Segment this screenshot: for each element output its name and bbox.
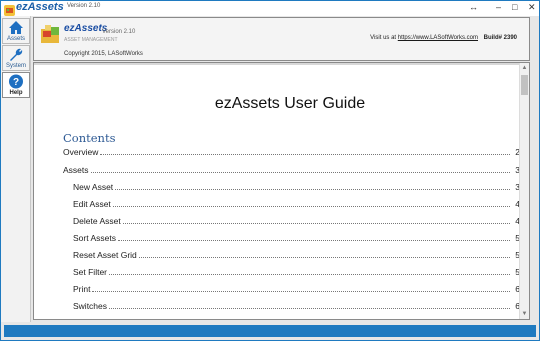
maximize-button[interactable]: □ <box>512 2 517 12</box>
visit-text: Visit us at https://www.LASoftWorks.com <box>370 35 478 41</box>
sidebar-item-label: Help <box>9 90 23 96</box>
document-page: ezAssets User Guide Contents Overview 2 A… <box>60 67 520 319</box>
app-logo-icon <box>4 3 15 16</box>
sidebar-item-help[interactable]: ? Help <box>2 72 30 98</box>
toc-entry[interactable]: Overview 2 <box>63 145 520 157</box>
header-version: Version 2.10 <box>102 29 136 35</box>
toc-entry[interactable]: Print 6 <box>63 282 520 294</box>
sidebar-nav: Assets System ? Help <box>1 16 31 322</box>
title-bar: ezAssets Version 2.10 ↔ – □ ✕ <box>0 0 540 16</box>
sidebar-item-label: Assets <box>6 36 25 42</box>
svg-text:?: ? <box>13 77 19 88</box>
contents-heading: Contents <box>63 131 116 145</box>
home-icon <box>9 21 23 34</box>
vertical-scrollbar[interactable]: ▲ ▼ <box>519 63 529 319</box>
wrench-icon <box>10 48 23 61</box>
restore-icon[interactable]: ↔ <box>469 2 478 12</box>
toc-entry[interactable]: Sort Assets 5 <box>63 231 520 243</box>
document-title: ezAssets User Guide <box>214 95 366 112</box>
help-icon: ? <box>9 74 23 89</box>
app-version: Version 2.10 <box>67 3 101 9</box>
toc-entry[interactable]: Set Filter 5 <box>63 265 520 277</box>
scroll-up-icon[interactable]: ▲ <box>520 65 529 71</box>
scroll-thumb[interactable] <box>521 75 528 95</box>
website-link[interactable]: https://www.LASoftWorks.com <box>398 35 478 41</box>
minimize-button[interactable]: – <box>496 2 501 12</box>
toc-entry[interactable]: Edit Asset 4 <box>63 197 520 209</box>
toc-entry[interactable]: Assets 3 <box>63 163 520 175</box>
product-subtitle: ASSET MANAGEMENT <box>64 37 118 43</box>
product-title: ezAssets <box>64 23 108 34</box>
copyright-text: Copyright 2015, LASoftWorks <box>64 51 143 57</box>
status-bar <box>4 325 536 337</box>
toc-entry[interactable]: Switches 6 <box>63 299 520 311</box>
header-panel: ezAssets Version 2.10 ASSET MANAGEMENT C… <box>33 17 530 61</box>
sidebar-item-assets[interactable]: Assets <box>2 18 30 44</box>
visit-prefix: Visit us at <box>370 35 397 41</box>
page-gap <box>34 63 521 65</box>
toc-entry[interactable]: Delete Asset 4 <box>63 214 520 226</box>
sidebar-item-system[interactable]: System <box>2 45 30 71</box>
toc-entry[interactable]: New Asset 3 <box>63 180 520 192</box>
toc-entry[interactable]: Reset Asset Grid 5 <box>63 248 520 260</box>
app-title: ezAssets <box>16 1 64 13</box>
close-button[interactable]: ✕ <box>528 2 536 13</box>
build-number: Build# 2390 <box>483 35 517 41</box>
document-viewer[interactable]: ezAssets User Guide Contents Overview 2 A… <box>33 62 530 320</box>
product-logo-icon <box>39 23 63 45</box>
scroll-down-icon[interactable]: ▼ <box>520 311 529 317</box>
sidebar-item-label: System <box>5 63 26 69</box>
